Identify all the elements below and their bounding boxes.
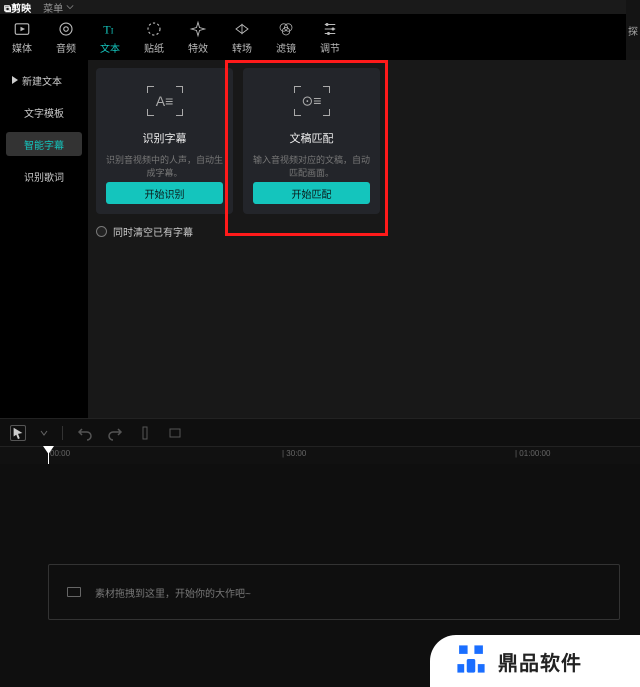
hint-text: 素材拖拽到这里，开始你的大作吧~ [95, 585, 251, 600]
tab-effects[interactable]: 特效 [176, 16, 220, 58]
start-match-button[interactable]: 开始匹配 [253, 182, 370, 204]
tab-media[interactable]: 媒体 [0, 16, 44, 58]
split-button[interactable] [137, 425, 153, 441]
transition-icon [233, 20, 251, 38]
ruler-tick: | 30:00 [282, 449, 306, 458]
sidebar-item-smart-subtitle[interactable]: 智能字幕 [6, 132, 82, 156]
delete-button[interactable] [167, 425, 183, 441]
sticker-icon [145, 20, 163, 38]
split-icon [137, 425, 153, 441]
playhead[interactable] [48, 447, 49, 464]
watermark-text: 鼎品软件 [498, 647, 582, 676]
sliders-icon [321, 20, 339, 38]
cursor-icon [11, 426, 25, 440]
card-title: 识别字幕 [143, 130, 187, 146]
watermark-logo-icon [454, 642, 488, 681]
redo-button[interactable] [107, 425, 123, 441]
clip-slot-icon [67, 587, 81, 597]
empty-track-hint: 素材拖拽到这里，开始你的大作吧~ [48, 564, 620, 620]
play-box-icon [13, 20, 31, 38]
sparkle-icon [189, 20, 207, 38]
radio-icon [96, 226, 107, 237]
card-description: 输入音视频对应的文稿，自动匹配画面。 [253, 154, 370, 182]
match-card-icon: ⊙≡ [294, 86, 330, 116]
checkbox-label: 同时清空已有字幕 [113, 224, 193, 239]
pointer-tool[interactable] [10, 425, 26, 441]
sidebar-item-recognize-lyrics[interactable]: 识别歌词 [6, 164, 82, 188]
tab-audio[interactable]: 音频 [44, 16, 88, 58]
app-logo: ⧉剪映 [4, 0, 31, 15]
ruler-tick: 00:00 [50, 449, 70, 458]
triangle-right-icon [12, 76, 18, 84]
tab-text[interactable]: TI 文本 [88, 16, 132, 58]
ruler-tick: | 01:00:00 [515, 449, 550, 458]
undo-button[interactable] [77, 425, 93, 441]
chevron-down-icon[interactable] [40, 429, 48, 437]
sidebar-item-new-text[interactable]: 新建文本 [6, 68, 82, 92]
tab-filter[interactable]: 滤镜 [264, 16, 308, 58]
tab-transition[interactable]: 转场 [220, 16, 264, 58]
chevron-down-icon [66, 3, 74, 11]
rect-icon [167, 425, 183, 441]
svg-text:I: I [111, 26, 114, 35]
sidebar-item-text-template[interactable]: 文字模板 [6, 100, 82, 124]
undo-icon [77, 425, 93, 441]
title-bar: ⧉剪映 菜单 [0, 0, 640, 14]
sidebar: 新建文本 文字模板 智能字幕 识别歌词 [0, 60, 88, 418]
main-area: 新建文本 文字模板 智能字幕 识别歌词 A≡ 识别字幕 识别音视频中的人声，自动… [0, 60, 640, 418]
tab-sticker[interactable]: 贴纸 [132, 16, 176, 58]
card-description: 识别音视频中的人声，自动生成字幕。 [106, 154, 223, 182]
timeline-toolbar [0, 418, 640, 446]
content-panel: A≡ 识别字幕 识别音视频中的人声，自动生成字幕。 开始识别 ⊙≡ 文稿匹配 输… [88, 60, 640, 418]
recognize-card-icon: A≡ [147, 86, 183, 116]
text-icon: TI [101, 20, 119, 38]
filter-icon [277, 20, 295, 38]
start-recognize-button[interactable]: 开始识别 [106, 182, 223, 204]
card-title: 文稿匹配 [290, 130, 334, 146]
watermark-badge: 鼎品软件 [430, 635, 640, 687]
tab-adjust[interactable]: 调节 [308, 16, 352, 58]
card-script-match: ⊙≡ 文稿匹配 输入音视频对应的文稿，自动匹配画面。 开始匹配 [243, 68, 380, 214]
right-edge-tab[interactable]: 探 [626, 0, 640, 60]
menu-label: 菜单 [43, 0, 63, 15]
tab-strip: 媒体 音频 TI 文本 贴纸 特效 转场 滤镜 调节 探 [0, 14, 640, 60]
clear-existing-subtitle-checkbox[interactable]: 同时清空已有字幕 [96, 224, 632, 239]
card-recognize-subtitle: A≡ 识别字幕 识别音视频中的人声，自动生成字幕。 开始识别 [96, 68, 233, 214]
redo-icon [107, 425, 123, 441]
menu-dropdown[interactable]: 菜单 [43, 0, 74, 15]
audio-icon [57, 20, 75, 38]
timeline-ruler[interactable]: 00:00 | 30:00 | 01:00:00 [0, 446, 640, 464]
